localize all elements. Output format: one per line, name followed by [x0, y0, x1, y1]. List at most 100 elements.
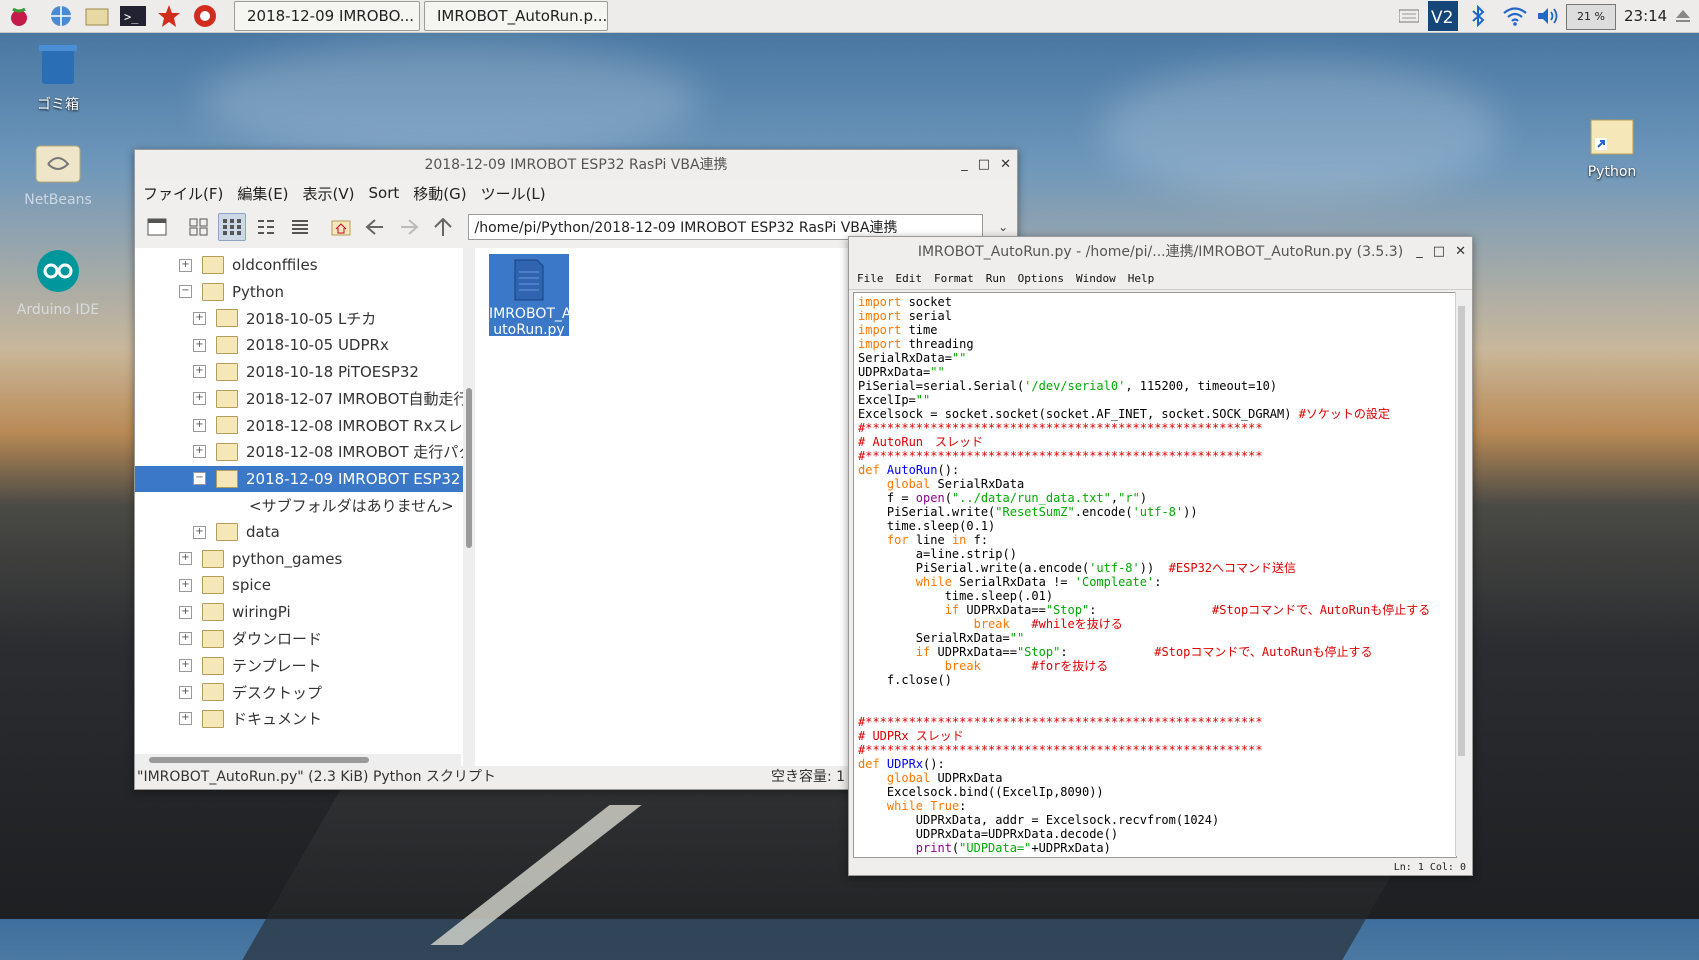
file-item-autorun[interactable]: IMROBOT_A utoRun.py	[489, 254, 571, 338]
close-icon[interactable]: ✕	[1455, 237, 1466, 267]
mathematica-icon[interactable]	[156, 3, 182, 29]
vnc-icon[interactable]: V2	[1428, 0, 1458, 32]
expand-icon[interactable]: +	[193, 392, 206, 405]
up-button[interactable]	[429, 213, 457, 241]
expand-icon[interactable]: +	[179, 552, 192, 566]
tree-item[interactable]: + data	[193, 519, 280, 545]
expand-icon[interactable]: +	[193, 338, 206, 352]
thumbnail-view-button[interactable]	[218, 213, 247, 241]
collapse-icon[interactable]: −	[193, 472, 206, 486]
maximize-icon[interactable]: □	[978, 150, 990, 180]
task-label: IMROBOT_AutoRun.p...	[437, 7, 608, 25]
menu-sort[interactable]: Sort	[369, 184, 400, 202]
tree-item-label: spice	[232, 576, 271, 595]
expand-icon[interactable]: +	[179, 605, 192, 619]
wolfram-icon[interactable]	[192, 3, 218, 29]
back-button[interactable]	[361, 213, 389, 241]
close-icon[interactable]: ✕	[1000, 150, 1011, 180]
code-editor[interactable]: import socket import serial import time …	[853, 292, 1457, 858]
menu-file[interactable]: ファイル(F)	[143, 183, 223, 204]
forward-arrow-icon	[400, 219, 419, 235]
expand-icon[interactable]: +	[179, 659, 192, 672]
raspberry-menu-icon[interactable]	[6, 3, 32, 29]
expand-icon[interactable]: +	[193, 418, 206, 432]
terminal-icon[interactable]: >_	[120, 3, 146, 29]
menu-view[interactable]: 表示(V)	[303, 183, 355, 204]
maximize-icon[interactable]: □	[1433, 237, 1445, 267]
editor-scrollbar[interactable]	[1455, 292, 1467, 856]
list-view-button[interactable]	[286, 213, 314, 241]
eject-icon[interactable]	[1672, 0, 1694, 32]
menu-options[interactable]: Options	[1018, 272, 1064, 285]
tree-item[interactable]: − Python	[179, 279, 284, 305]
compact-view-button[interactable]	[252, 213, 280, 241]
desktop-icon-arduino[interactable]: Arduino IDE	[8, 248, 108, 318]
menu-window[interactable]: Window	[1076, 272, 1116, 285]
menu-go[interactable]: 移動(G)	[413, 183, 466, 204]
expand-icon[interactable]: +	[179, 578, 192, 592]
folder-icon	[202, 629, 224, 648]
task-idle-editor[interactable]: IMROBOT_AutoRun.p...	[424, 1, 608, 31]
cpu-monitor[interactable]: 21 %	[1566, 4, 1616, 30]
tree-item[interactable]: +2018-10-05 UDPRx	[193, 332, 389, 358]
code-text[interactable]: import socket import serial import time …	[854, 293, 1456, 857]
menu-edit[interactable]: 編集(E)	[237, 183, 288, 204]
tree-item[interactable]: +2018-12-08 IMROBOT 走行パター	[193, 439, 463, 465]
expand-icon[interactable]: +	[193, 525, 206, 539]
menu-format[interactable]: Format	[934, 272, 974, 285]
minimize-icon[interactable]: _	[1416, 237, 1423, 267]
icon-view-button[interactable]	[185, 213, 213, 241]
file-manager-icon[interactable]	[84, 3, 110, 29]
tree-item[interactable]: +2018-12-08 IMROBOT Rxスレッド	[193, 412, 463, 438]
desktop-icon-python[interactable]: Python	[1562, 116, 1662, 180]
expand-icon[interactable]: +	[193, 311, 206, 325]
expand-icon[interactable]: +	[179, 632, 192, 646]
tree-item[interactable]: +2018-10-18 PiTOESP32	[193, 359, 419, 385]
clock[interactable]: 23:14	[1624, 7, 1667, 25]
task-file-manager[interactable]: 2018-12-09 IMROBO...	[234, 1, 420, 31]
chevron-down-icon: ⌄	[998, 220, 1009, 234]
menu-run[interactable]: Run	[986, 272, 1006, 285]
menu-tools[interactable]: ツール(L)	[481, 183, 546, 204]
tree-item[interactable]: − 2018-12-09 IMROBOT ESP32 Ras	[135, 465, 463, 492]
expand-icon[interactable]: +	[179, 712, 192, 726]
web-browser-icon[interactable]	[48, 3, 74, 29]
tree-item[interactable]: +2018-10-05 Lチカ	[193, 305, 376, 331]
tree-item[interactable]: <サブフォルダはありません>	[249, 492, 454, 518]
folder-icon	[202, 683, 224, 702]
wifi-icon[interactable]	[1500, 0, 1530, 32]
menu-edit[interactable]: Edit	[896, 272, 923, 285]
menu-file[interactable]: File	[857, 272, 884, 285]
tree-horizontal-scrollbar[interactable]	[135, 754, 461, 766]
keyboard-icon[interactable]	[1396, 0, 1422, 32]
tree-item[interactable]: + python_games	[179, 546, 342, 572]
tree-item[interactable]: + テンプレート	[179, 653, 322, 679]
expand-icon[interactable]: +	[193, 365, 206, 379]
new-window-button[interactable]	[143, 213, 171, 241]
desktop-icon-netbeans[interactable]: NetBeans	[8, 140, 108, 208]
idle-titlebar[interactable]: IMROBOT_AutoRun.py - /home/pi/...連携/IMRO…	[849, 237, 1472, 267]
expand-icon[interactable]: +	[193, 445, 206, 459]
tree-item[interactable]: + ダウンロード	[179, 626, 322, 652]
bluetooth-icon[interactable]	[1466, 0, 1490, 32]
tree-item[interactable]: + wiringPi	[179, 599, 291, 625]
tree-item[interactable]: + spice	[179, 572, 271, 598]
volume-icon[interactable]	[1534, 0, 1562, 32]
icon-view-icon	[189, 218, 208, 236]
expand-icon[interactable]: +	[179, 258, 192, 272]
expand-icon[interactable]: +	[179, 685, 192, 699]
tree-vertical-scrollbar[interactable]	[463, 248, 475, 766]
menu-help[interactable]: Help	[1128, 272, 1155, 285]
home-button[interactable]	[328, 213, 356, 241]
folder-tree[interactable]: + oldconffiles − Python +2018-10-05 Lチカ +2018…	[135, 248, 464, 766]
tree-item[interactable]: + oldconffiles	[179, 252, 318, 278]
tree-item[interactable]: + デスクトップ	[179, 679, 322, 705]
forward-button[interactable]	[395, 213, 423, 241]
tree-item[interactable]: + ドキュメント	[179, 706, 322, 732]
folder-icon	[202, 256, 224, 274]
desktop-icon-trash[interactable]: ゴミ箱	[8, 40, 108, 114]
collapse-icon[interactable]: −	[179, 285, 192, 299]
file-manager-titlebar[interactable]: 2018-12-09 IMROBOT ESP32 RasPi VBA連携 _ □…	[135, 150, 1017, 180]
minimize-icon[interactable]: _	[961, 150, 968, 180]
tree-item[interactable]: +2018-12-07 IMROBOT自動走行	[193, 386, 463, 412]
